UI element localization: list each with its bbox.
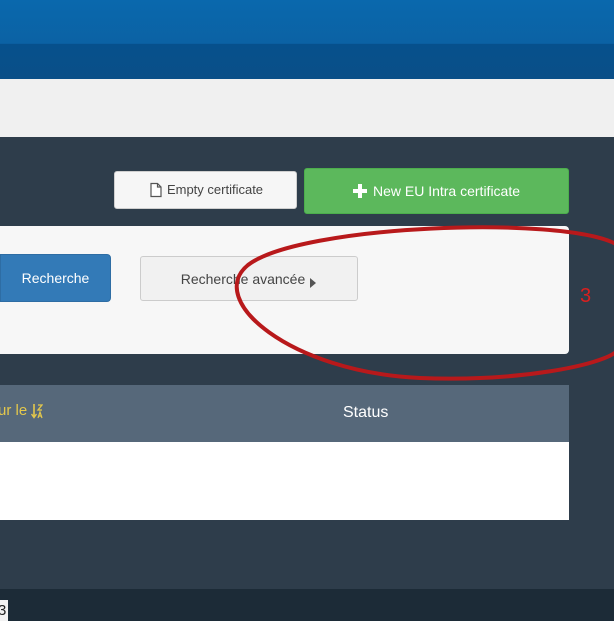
table-row[interactable] bbox=[0, 442, 569, 520]
caret-right-icon bbox=[309, 274, 317, 288]
footer-label: 3 bbox=[0, 602, 7, 619]
secondary-bar bbox=[0, 79, 614, 137]
empty-certificate-button[interactable]: Empty certificate bbox=[114, 171, 297, 209]
column-header-label: ur le bbox=[0, 402, 28, 419]
new-certificate-label: New EU Intra certificate bbox=[372, 183, 521, 199]
sort-alpha-desc-icon[interactable] bbox=[31, 403, 44, 419]
advanced-search-label: Recherche avancée bbox=[180, 270, 306, 287]
advanced-search-button[interactable]: Recherche avancée bbox=[140, 256, 358, 301]
file-icon bbox=[148, 182, 164, 198]
table-header-sortable-column[interactable]: ur le bbox=[0, 399, 44, 423]
annotation-number: 3 bbox=[580, 285, 592, 307]
new-eu-intra-certificate-button[interactable]: New EU Intra certificate bbox=[304, 168, 569, 214]
table-header bbox=[0, 385, 569, 442]
empty-certificate-label: Empty certificate bbox=[166, 182, 264, 197]
search-button[interactable]: Recherche bbox=[0, 254, 111, 302]
footer-bar bbox=[0, 589, 614, 621]
top-navigation-bar bbox=[0, 0, 614, 79]
search-button-label: Recherche bbox=[21, 270, 90, 286]
plus-icon bbox=[352, 184, 367, 198]
status-column-header[interactable]: Status bbox=[343, 403, 388, 423]
